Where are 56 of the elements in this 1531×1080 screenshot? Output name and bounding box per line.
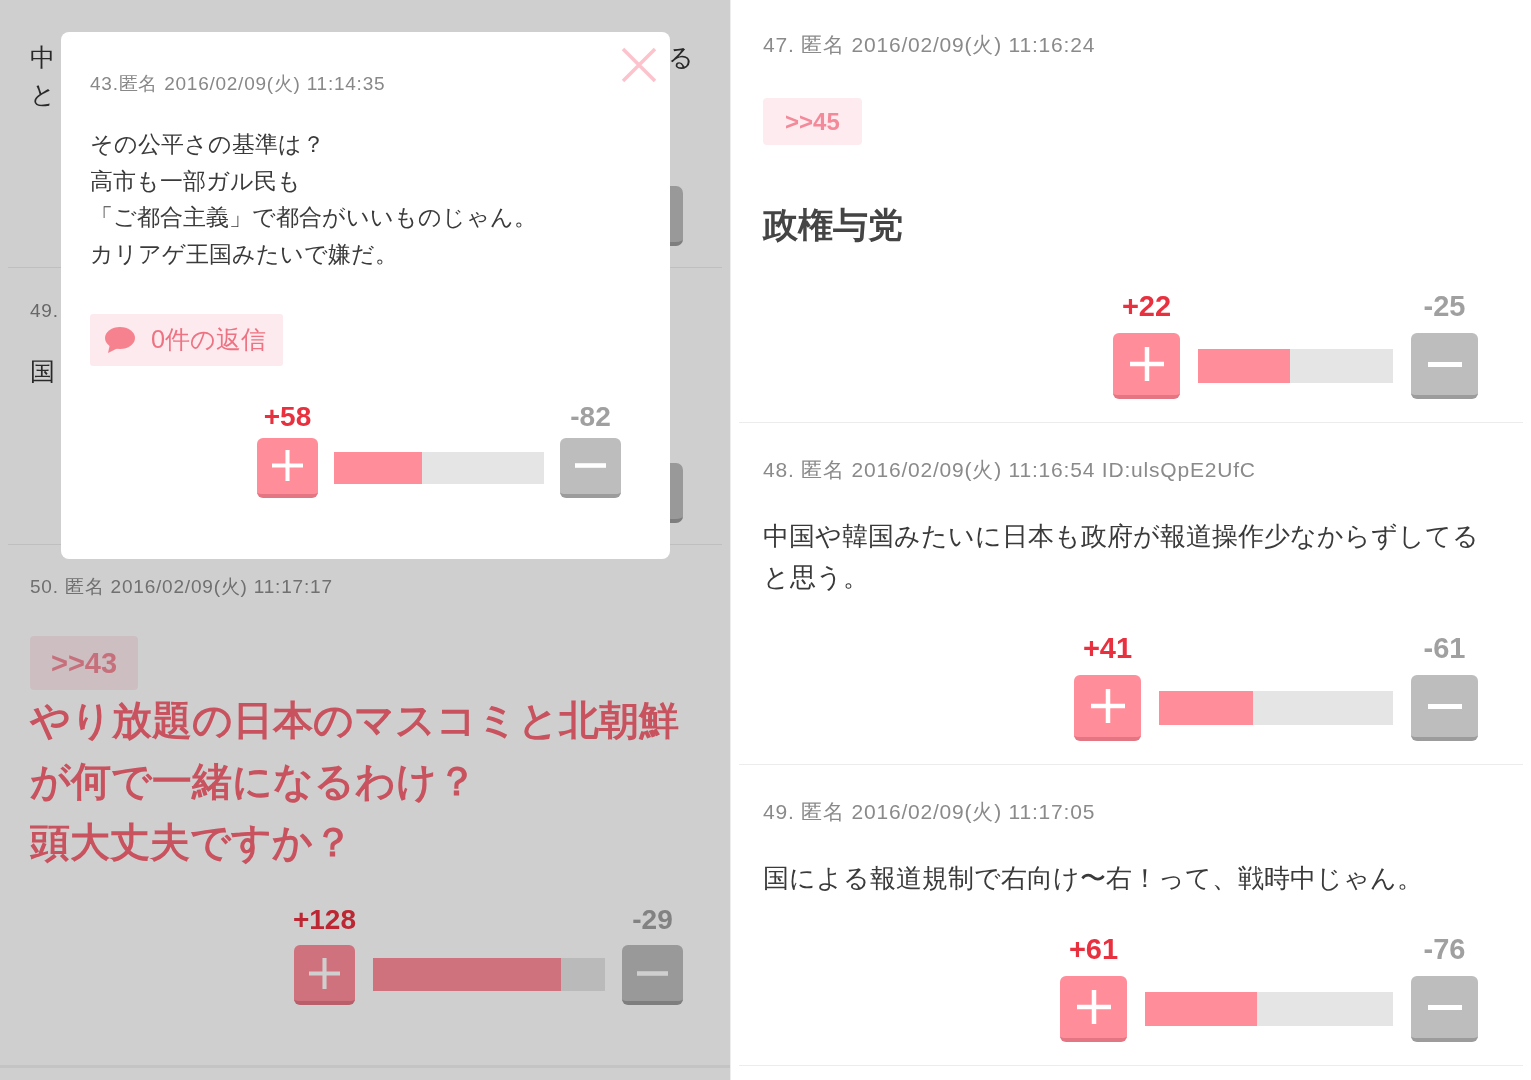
minus-icon bbox=[1427, 361, 1462, 367]
downvote-count: -25 bbox=[1423, 292, 1466, 320]
minus-icon bbox=[637, 970, 668, 976]
downvote-count: -61 bbox=[1423, 634, 1466, 662]
text-fragment: と bbox=[30, 79, 56, 110]
plus-icon bbox=[1090, 689, 1125, 723]
post-text: 中国や韓国みたいに日本も政府が報道操作少なからずしてると思う。 bbox=[763, 520, 1480, 594]
text-fragment: る bbox=[668, 42, 694, 73]
post-header: 43.匿名 2016/02/09(火) 11:14:35 bbox=[90, 73, 386, 95]
minus-icon bbox=[575, 463, 606, 469]
downvote-count: -29 bbox=[632, 907, 673, 933]
post-text: 国による報道規制で右向け〜右！って、戦時中じゃん。 bbox=[763, 862, 1424, 895]
close-icon[interactable] bbox=[621, 47, 657, 83]
speech-bubble-icon bbox=[105, 326, 135, 353]
post-text: 頭大丈夫ですか？ bbox=[30, 819, 354, 866]
text-fragment: 中 bbox=[30, 42, 55, 73]
post-number: 49. bbox=[30, 300, 59, 322]
downvote-button[interactable] bbox=[1411, 675, 1478, 741]
post-header: 48. 匿名 2016/02/09(火) 11:16:54 ID:ulsQpE2UfC bbox=[763, 459, 1256, 481]
plus-icon bbox=[1076, 990, 1111, 1024]
quote-link[interactable]: >>45 bbox=[763, 98, 862, 145]
minus-icon bbox=[1427, 1004, 1462, 1010]
upvote-button[interactable] bbox=[1074, 675, 1141, 741]
upvote-button[interactable] bbox=[257, 437, 318, 498]
post-header: 47. 匿名 2016/02/09(火) 11:16:24 bbox=[763, 34, 1096, 56]
downvote-button[interactable] bbox=[1411, 333, 1478, 399]
post-text-line: その公平さの基準は？ bbox=[90, 130, 325, 159]
downvote-button[interactable] bbox=[670, 186, 683, 246]
downvote-button[interactable] bbox=[1411, 976, 1478, 1042]
upvote-count: +22 bbox=[1121, 292, 1172, 320]
post-header: 50. 匿名 2016/02/09(火) 11:17:17 bbox=[30, 576, 333, 598]
upvote-count: +58 bbox=[263, 404, 312, 429]
post-text-line: カリアゲ王国みたいで嫌だ。 bbox=[90, 240, 398, 270]
plus-icon bbox=[308, 957, 340, 989]
upvote-count: +61 bbox=[1068, 935, 1119, 963]
downvote-count: -82 bbox=[570, 404, 611, 429]
upvote-count: +41 bbox=[1082, 634, 1133, 662]
upvote-count: +128 bbox=[292, 907, 356, 933]
minus-icon bbox=[1427, 703, 1462, 709]
upvote-button[interactable] bbox=[1113, 333, 1180, 399]
text-fragment: 国 bbox=[30, 356, 55, 387]
post-text: やり放題の日本のマスコミと北朝鮮が何で一緒になるわけ？ bbox=[30, 697, 680, 805]
plus-icon bbox=[272, 450, 303, 482]
post-text: 政権与党 bbox=[763, 205, 904, 246]
replies-button[interactable]: 0件の返信 bbox=[90, 313, 284, 366]
plus-icon bbox=[1129, 347, 1164, 381]
downvote-button[interactable] bbox=[670, 463, 683, 523]
downvote-button[interactable] bbox=[560, 437, 621, 498]
upvote-button[interactable] bbox=[1060, 976, 1127, 1042]
post-text-line: 高市も一部ガル民も bbox=[90, 166, 301, 196]
downvote-button[interactable] bbox=[622, 945, 683, 1005]
upvote-button[interactable] bbox=[293, 945, 355, 1005]
downvote-count: -76 bbox=[1423, 935, 1466, 963]
post-header: 49. 匿名 2016/02/09(火) 11:17:05 bbox=[763, 801, 1096, 823]
post-text-line: 「ご都合主義」で都合がいいものじゃん。 bbox=[90, 203, 537, 233]
quote-link[interactable]: >>43 bbox=[30, 636, 139, 690]
